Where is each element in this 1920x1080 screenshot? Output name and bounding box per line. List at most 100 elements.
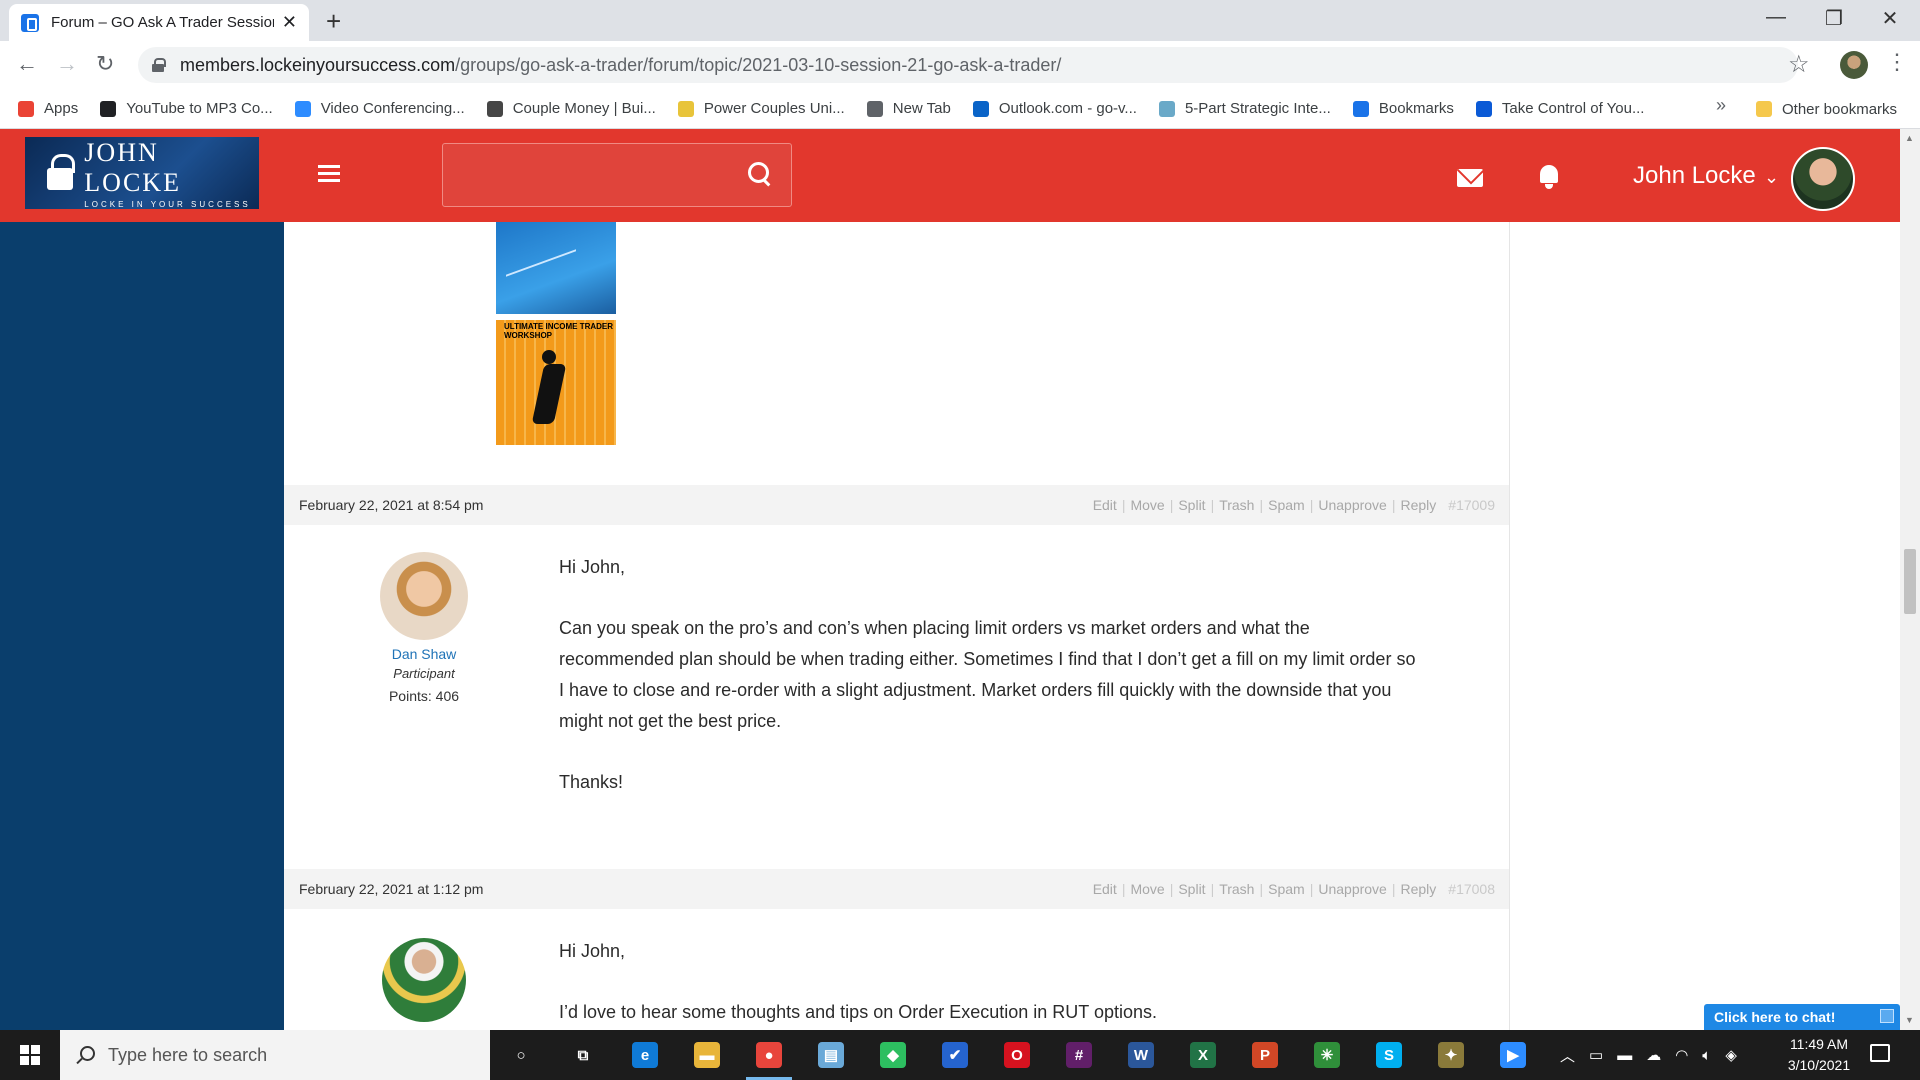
bookmark-star-icon[interactable]: ☆	[1788, 50, 1810, 79]
site-search-input[interactable]	[442, 143, 792, 207]
volume-icon[interactable]: 🔈︎	[1702, 1047, 1711, 1064]
reply-link[interactable]: Reply	[1400, 881, 1436, 897]
live-chat-button[interactable]: Click here to chat!	[1704, 1004, 1900, 1030]
spam-link[interactable]: Spam	[1268, 497, 1305, 513]
taskbar-app[interactable]: W	[1110, 1030, 1172, 1080]
split-link[interactable]: Split	[1178, 881, 1205, 897]
onedrive-cloud-icon[interactable]: ☁	[1646, 1046, 1661, 1064]
bookmark-item[interactable]: Take Control of You...	[1475, 100, 1644, 117]
reload-icon[interactable]: ↻	[96, 51, 114, 77]
trash-link[interactable]: Trash	[1219, 881, 1254, 897]
address-bar[interactable]: members.lockeinyoursuccess.com/groups/go…	[138, 47, 1798, 83]
move-link[interactable]: Move	[1130, 497, 1164, 513]
bookmark-item[interactable]: 5-Part Strategic Inte...	[1158, 100, 1331, 117]
site-logo[interactable]: JOHN LOCKE LOCKE IN YOUR SUCCESS	[25, 137, 259, 209]
meet-now-icon[interactable]: ▭	[1589, 1046, 1603, 1064]
browser-menu-icon[interactable]: ⋮	[1886, 49, 1908, 75]
taskbar-app[interactable]: ✔	[924, 1030, 986, 1080]
other-bookmarks[interactable]: Other bookmarks	[1756, 89, 1897, 129]
taskbar-apps: ○ ⧉ e ▬ ● ▤ ◆ ✔ O # W X P ✳ S ✦ ▶	[490, 1030, 1544, 1080]
taskbar-app[interactable]: ▬	[676, 1030, 738, 1080]
new-tab-button[interactable]: +	[326, 8, 341, 34]
chevron-down-icon[interactable]: ⌄	[1764, 167, 1779, 188]
taskbar-app[interactable]: ●	[738, 1030, 800, 1080]
taskbar-app[interactable]: ✦	[1420, 1030, 1482, 1080]
browser-tab[interactable]: Forum – GO Ask A Trader Session ✕	[9, 4, 309, 41]
taskbar-search-box[interactable]: Type here to search	[60, 1030, 490, 1080]
author-avatar[interactable]	[380, 552, 468, 640]
bookmarks-bar: Apps YouTube to MP3 Co... Video Conferenci…	[0, 89, 1920, 129]
skype-icon: S	[1376, 1042, 1402, 1068]
taskbar-app[interactable]: ✳	[1296, 1030, 1358, 1080]
scroll-down-arrow-icon[interactable]: ▼	[1905, 1015, 1914, 1025]
taskbar-app[interactable]: X	[1172, 1030, 1234, 1080]
bookmark-item[interactable]: New Tab	[866, 100, 951, 117]
excel-icon: X	[1190, 1042, 1216, 1068]
url-path: /groups/go-ask-a-trader/forum/topic/2021…	[455, 54, 1062, 75]
unapprove-link[interactable]: Unapprove	[1318, 497, 1387, 513]
dropbox-icon[interactable]: ◈	[1725, 1046, 1737, 1064]
site-favicon-icon	[21, 13, 39, 32]
user-avatar[interactable]	[1791, 147, 1855, 211]
reply-permalink[interactable]: #17009	[1448, 497, 1495, 513]
messages-icon[interactable]	[1457, 169, 1483, 187]
taskbar-app[interactable]: P	[1234, 1030, 1296, 1080]
back-arrow-icon[interactable]: ←	[16, 51, 38, 77]
edit-link[interactable]: Edit	[1093, 881, 1117, 897]
taskbar-app[interactable]: ○	[490, 1030, 552, 1080]
start-button[interactable]	[0, 1030, 60, 1080]
taskbar-app[interactable]: ⧉	[552, 1030, 614, 1080]
bookmark-item[interactable]: Video Conferencing...	[294, 100, 465, 117]
powerpoint-icon: P	[1252, 1042, 1278, 1068]
close-tab-icon[interactable]: ✕	[282, 12, 297, 33]
action-center-icon[interactable]	[1870, 1044, 1890, 1062]
task-view-icon: ⧉	[577, 1046, 589, 1064]
taskbar-app[interactable]: #	[1048, 1030, 1110, 1080]
more-bookmarks-icon[interactable]: »	[1716, 95, 1726, 116]
page-scrollbar[interactable]: ▲ ▼	[1900, 129, 1920, 1030]
edit-link[interactable]: Edit	[1093, 497, 1117, 513]
hamburger-menu-icon[interactable]	[318, 165, 340, 183]
search-icon	[76, 1046, 95, 1064]
reply-admin-links: Edit | Move | Split | Trash | Spam | Unapprov…	[1092, 881, 1495, 897]
forward-arrow-icon[interactable]: →	[56, 51, 78, 77]
minimize-icon[interactable]: —	[1748, 6, 1804, 29]
restore-icon[interactable]: ❐	[1806, 6, 1862, 31]
taskbar-app[interactable]: O	[986, 1030, 1048, 1080]
move-link[interactable]: Move	[1130, 881, 1164, 897]
split-link[interactable]: Split	[1178, 497, 1205, 513]
word-icon: W	[1128, 1042, 1154, 1068]
taskbar-clock[interactable]: 11:49 AM 3/10/2021	[1774, 1034, 1864, 1076]
bookmark-item[interactable]: Apps	[18, 100, 78, 117]
spam-link[interactable]: Spam	[1268, 881, 1305, 897]
profile-avatar-icon[interactable]	[1840, 51, 1868, 79]
bookmark-item[interactable]: YouTube to MP3 Co...	[100, 100, 273, 117]
close-window-icon[interactable]: ✕	[1862, 6, 1918, 31]
taskbar-app[interactable]: e	[614, 1030, 676, 1080]
battery-icon[interactable]: ▬	[1617, 1047, 1632, 1064]
reply-permalink[interactable]: #17008	[1448, 881, 1495, 897]
app-bird-icon: ✦	[1438, 1042, 1464, 1068]
scrollbar-thumb[interactable]	[1904, 549, 1916, 614]
taskbar-app[interactable]: ▶	[1482, 1030, 1544, 1080]
author-avatar[interactable]	[382, 938, 466, 1022]
bookmark-item[interactable]: Power Couples Uni...	[677, 100, 845, 117]
taskbar-app[interactable]: ▤	[800, 1030, 862, 1080]
bookmark-item[interactable]: Bookmarks	[1352, 100, 1454, 117]
unapprove-link[interactable]: Unapprove	[1318, 881, 1387, 897]
chat-minimize-icon[interactable]	[1880, 1009, 1894, 1023]
apps-grid-icon	[18, 100, 34, 117]
reply-link[interactable]: Reply	[1400, 497, 1436, 513]
bookmark-item[interactable]: Outlook.com - go-v...	[972, 100, 1137, 117]
user-menu-name[interactable]: John Locke	[1633, 162, 1756, 190]
taskbar-app[interactable]: ◆	[862, 1030, 924, 1080]
author-name-link[interactable]: Dan Shaw	[364, 646, 484, 662]
bookmark-item[interactable]: Couple Money | Bui...	[486, 100, 656, 117]
taskbar-app[interactable]: S	[1358, 1030, 1420, 1080]
search-icon[interactable]	[748, 162, 774, 188]
notifications-bell-icon[interactable]	[1538, 165, 1560, 189]
scroll-up-arrow-icon[interactable]: ▲	[1905, 133, 1914, 143]
show-hidden-icons-icon[interactable]: ︿	[1560, 1045, 1575, 1066]
wifi-icon[interactable]: ◠	[1675, 1046, 1688, 1064]
trash-link[interactable]: Trash	[1219, 497, 1254, 513]
